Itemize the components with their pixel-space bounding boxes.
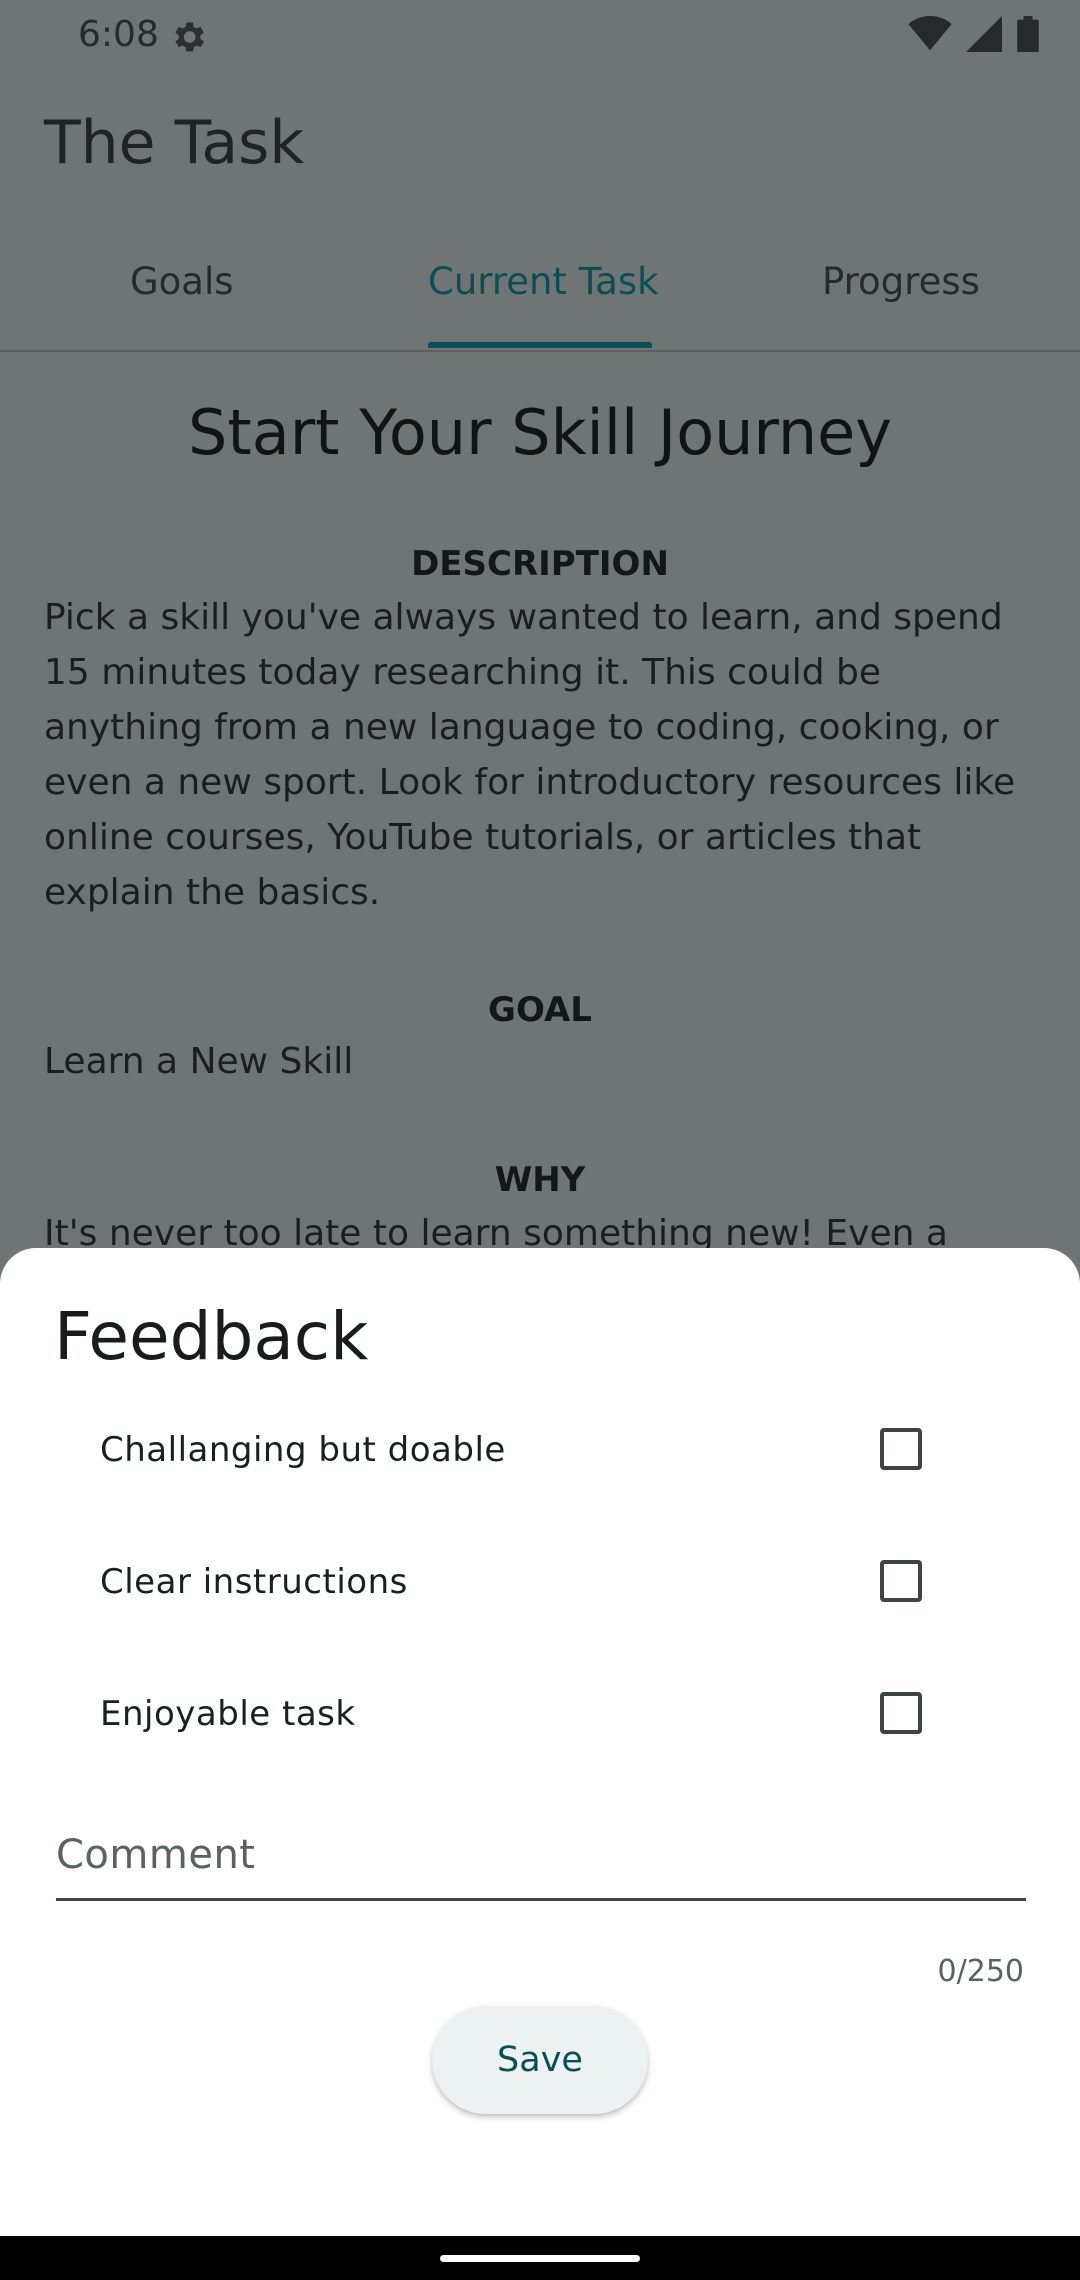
feedback-option-label: Clear instructions [100,1562,408,1602]
cell-signal-icon [966,16,1002,52]
checkbox[interactable] [880,1560,922,1602]
task-headline: Start Your Skill Journey [188,396,892,469]
comment-label: Comment [56,1832,256,1878]
home-gesture-handle[interactable] [440,2255,640,2262]
status-bar: 6:08 [0,0,1080,70]
settings-gear-icon [175,22,204,52]
active-tab-indicator [428,342,652,348]
tab-bar: Goals Current Task Progress [0,238,1080,352]
save-button[interactable]: Save [432,2006,648,2114]
description-text: Pick a skill you've always wanted to lea… [44,597,1016,913]
tab-current-task[interactable]: Current Task [428,260,659,303]
tab-progress[interactable]: Progress [822,260,980,303]
sheet-title: Feedback [54,1298,369,1375]
tab-goals[interactable]: Goals [130,260,234,303]
comment-field[interactable] [56,1898,1026,1901]
why-label: WHY [494,1160,586,1200]
feedback-sheet: Feedback Challanging but doable Clear in… [0,1248,1080,2236]
feedback-option-clear-instructions[interactable]: Clear instructions [0,1544,1080,1624]
feedback-option-label: Challanging but doable [100,1430,506,1470]
character-counter: 0/250 [937,1954,1024,1989]
status-time: 6:08 [78,14,159,55]
wifi-icon [908,16,952,51]
checkbox[interactable] [880,1692,922,1734]
description-label: DESCRIPTION [411,544,669,584]
feedback-option-challenging[interactable]: Challanging but doable [0,1412,1080,1492]
goal-text: Learn a New Skill [44,1041,354,1082]
checkbox[interactable] [880,1428,922,1470]
battery-icon [1017,16,1039,52]
navigation-bar [0,2236,1080,2280]
feedback-option-enjoyable[interactable]: Enjoyable task [0,1676,1080,1756]
goal-label: GOAL [488,990,592,1030]
app-title: The Task [44,108,305,178]
feedback-option-label: Enjoyable task [100,1694,356,1734]
